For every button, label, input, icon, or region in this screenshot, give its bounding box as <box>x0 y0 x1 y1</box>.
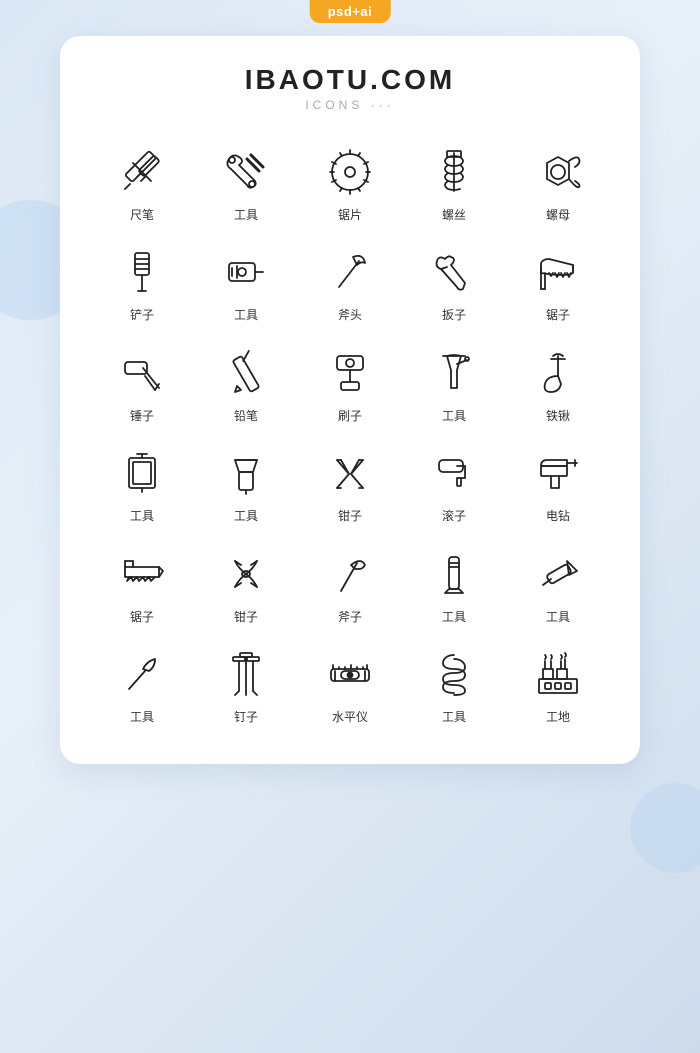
icon-label: 铅笔 <box>234 409 258 423</box>
site-title: IBAOTU.COM <box>90 64 610 96</box>
shovel-icon <box>528 343 588 403</box>
drill-icon <box>528 443 588 503</box>
icon-label: 斧子 <box>338 610 362 624</box>
icon-label: 工具 <box>442 409 466 423</box>
icon-label: 锯子 <box>546 308 570 322</box>
icon-item: 钳子 <box>298 433 402 533</box>
axe-icon <box>320 242 380 302</box>
scraper-icon <box>216 443 276 503</box>
funnel-icon <box>424 343 484 403</box>
icon-label: 钳子 <box>234 610 258 624</box>
pick-icon <box>112 644 172 704</box>
icon-label: 滚子 <box>442 509 466 523</box>
icon-label: 工地 <box>546 710 570 724</box>
icon-label: 锯子 <box>130 610 154 624</box>
axe2-icon <box>320 544 380 604</box>
icon-label: 锤子 <box>130 409 154 423</box>
icon-label: 螺丝 <box>442 208 466 222</box>
icon-item: 工地 <box>506 634 610 734</box>
icon-label: 刷子 <box>338 409 362 423</box>
icon-item: 工具 <box>194 132 298 232</box>
icon-label: 斧头 <box>338 308 362 322</box>
icon-label: 锯片 <box>338 208 362 222</box>
site-subtitle: ICONS ··· <box>90 98 610 112</box>
icon-label: 工具 <box>234 308 258 322</box>
icon-item: 锯子 <box>90 534 194 634</box>
hammer-icon <box>112 343 172 403</box>
icon-label: 工具 <box>442 610 466 624</box>
icon-item: 铅笔 <box>194 333 298 433</box>
icon-label: 电钻 <box>546 509 570 523</box>
spatula-icon <box>112 242 172 302</box>
icon-item: 水平仪 <box>298 634 402 734</box>
icon-label: 工具 <box>234 208 258 222</box>
icon-item: 电钻 <box>506 433 610 533</box>
icon-label: 水平仪 <box>332 710 368 724</box>
icon-item: 螺母 <box>506 132 610 232</box>
icon-item: 工具 <box>90 634 194 734</box>
icon-item: 工具 <box>90 433 194 533</box>
icon-item: 钳子 <box>194 534 298 634</box>
icon-item: 尺笔 <box>90 132 194 232</box>
wrench-icon <box>216 142 276 202</box>
icon-item: 工具 <box>194 232 298 332</box>
icon-label: 工具 <box>234 509 258 523</box>
icon-item: 工具 <box>402 333 506 433</box>
nut-icon <box>528 142 588 202</box>
icon-label: 钳子 <box>338 509 362 523</box>
icon-item: 钉子 <box>194 634 298 734</box>
pliers-icon <box>320 443 380 503</box>
icon-item: 工具 <box>194 433 298 533</box>
handsaw-icon <box>528 242 588 302</box>
saw2-icon <box>112 544 172 604</box>
icon-item: 工具 <box>402 634 506 734</box>
icon-label: 扳子 <box>442 308 466 322</box>
nails-icon <box>216 644 276 704</box>
card-header: IBAOTU.COM ICONS ··· <box>90 64 610 112</box>
icons-grid: 尺笔 工具 <box>90 132 610 734</box>
icon-label: 铲子 <box>130 308 154 322</box>
icon-item: 扳子 <box>402 232 506 332</box>
icon-label: 尺笔 <box>130 208 154 222</box>
icon-item: 斧子 <box>298 534 402 634</box>
chi-bi-icon <box>112 142 172 202</box>
wire-cutters-icon <box>216 544 276 604</box>
icon-item: 斧头 <box>298 232 402 332</box>
icon-label: 工具 <box>546 610 570 624</box>
main-card: IBAOTU.COM ICONS ··· 尺笔 <box>60 36 640 764</box>
icon-item: 锯子 <box>506 232 610 332</box>
icon-item: 铁锹 <box>506 333 610 433</box>
paint-brush-icon <box>320 343 380 403</box>
screw-icon <box>424 142 484 202</box>
pencil-icon <box>216 343 276 403</box>
wrench2-icon <box>424 242 484 302</box>
c-clamp-icon <box>112 443 172 503</box>
factory-icon <box>528 644 588 704</box>
icon-item: 滚子 <box>402 433 506 533</box>
paint-roller-icon <box>424 443 484 503</box>
icon-item: 工具 <box>402 534 506 634</box>
icon-item: 铲子 <box>90 232 194 332</box>
icon-item: 刷子 <box>298 333 402 433</box>
knife-icon <box>528 544 588 604</box>
saw-blade-icon <box>320 142 380 202</box>
chisel-icon <box>424 544 484 604</box>
icon-item: 锯片 <box>298 132 402 232</box>
icon-item: 螺丝 <box>402 132 506 232</box>
level-icon <box>320 644 380 704</box>
icon-label: 工具 <box>130 710 154 724</box>
icon-label: 工具 <box>442 710 466 724</box>
icon-label: 铁锹 <box>546 409 570 423</box>
icon-label: 工具 <box>130 509 154 523</box>
icon-label: 螺母 <box>546 208 570 222</box>
icon-item: 工具 <box>506 534 610 634</box>
coil-icon <box>424 644 484 704</box>
icon-label: 钉子 <box>234 710 258 724</box>
ruler-box-icon <box>216 242 276 302</box>
icon-item: 锤子 <box>90 333 194 433</box>
format-badge: psd+ai <box>310 0 391 23</box>
